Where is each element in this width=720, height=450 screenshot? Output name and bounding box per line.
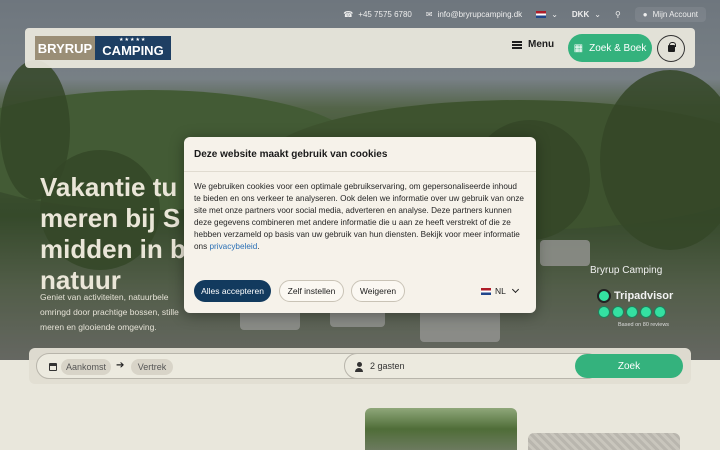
cookie-dialog: Deze website maakt gebruik van cookies W… — [184, 137, 536, 313]
dialog-language-selector[interactable]: NL — [481, 285, 519, 296]
accept-all-button[interactable]: Alles accepteren — [194, 280, 271, 302]
divider — [184, 171, 536, 172]
customize-button[interactable]: Zelf instellen — [279, 280, 344, 302]
dutch-flag-icon — [481, 287, 491, 295]
refuse-button[interactable]: Weigeren — [351, 280, 405, 302]
cookie-dialog-title: Deze website maakt gebruik van cookies — [194, 149, 388, 160]
privacy-policy-link[interactable]: privacybeleid — [209, 242, 257, 251]
cookie-dialog-text: We gebruiken cookies voor een optimale g… — [194, 182, 524, 251]
chevron-down-icon — [511, 285, 519, 294]
